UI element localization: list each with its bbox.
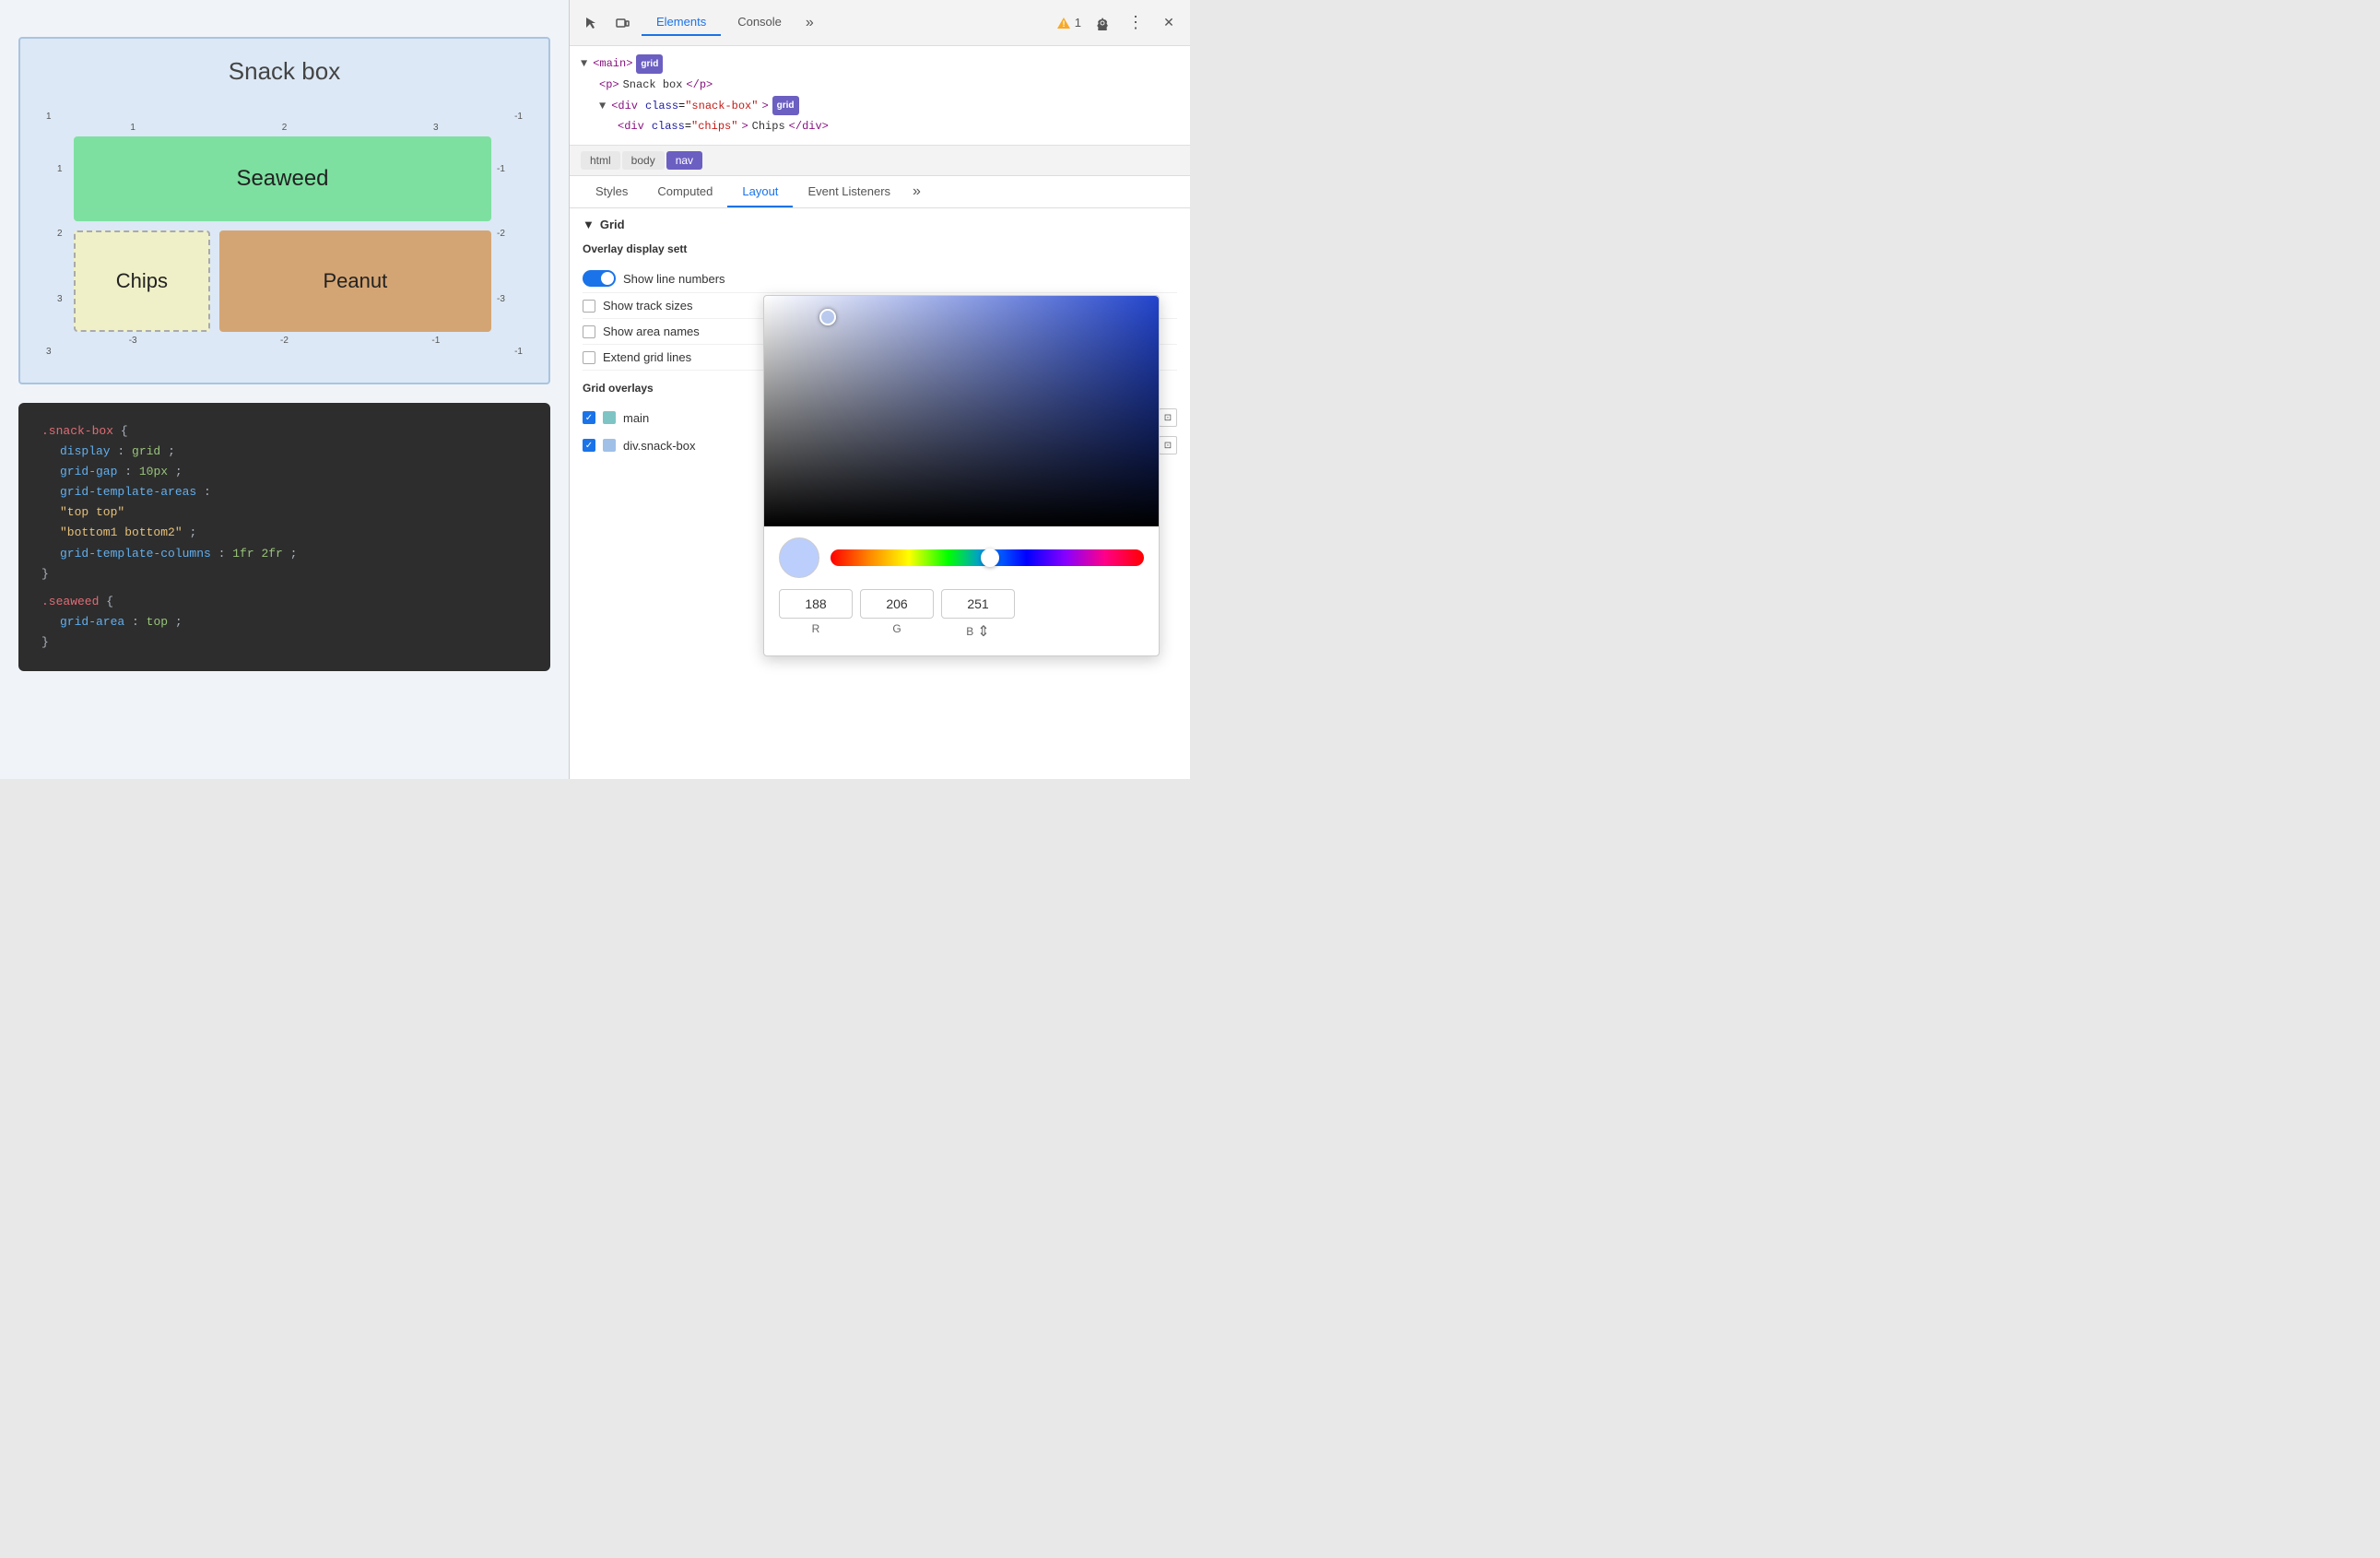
cursor-icon[interactable]: [579, 11, 603, 35]
warning-badge[interactable]: ! 1: [1056, 16, 1081, 30]
snackbox-overlay-swatch[interactable]: [603, 439, 616, 452]
line-numbers-toggle[interactable]: [583, 270, 616, 287]
b-input-group: B ⇕: [941, 589, 1015, 641]
snack-grid: Seaweed Chips Peanut: [74, 136, 491, 332]
more-options-icon[interactable]: ⋮: [1124, 11, 1148, 35]
devtools-header: Elements Console » ! 1 ⋮ ✕: [570, 0, 1190, 46]
color-gradient[interactable]: [764, 296, 1159, 526]
devtools-actions: ! 1 ⋮ ✕: [1056, 11, 1181, 35]
g-label: G: [892, 622, 901, 635]
dom-line-chips[interactable]: <div class="chips" > Chips </div>: [581, 116, 1179, 137]
extend-grid-lines-checkbox[interactable]: [583, 351, 595, 364]
breadcrumb: html body nav: [570, 146, 1190, 176]
snackbox-overlay-icon2[interactable]: ⊡: [1159, 436, 1177, 454]
dom-line-main[interactable]: ▼ <main> grid: [581, 53, 1179, 75]
show-line-numbers-row: Show line numbers: [583, 265, 1177, 293]
tab-console[interactable]: Console: [723, 9, 796, 36]
gradient-picker-circle[interactable]: [819, 309, 836, 325]
hue-thumb[interactable]: [981, 549, 999, 567]
grid-corner-br: -1: [514, 347, 523, 357]
devtools-more-tabs[interactable]: »: [798, 11, 821, 35]
rgb-inputs: R G B ⇕: [764, 589, 1159, 641]
grid-demo-area: Snack box 1 -1 3 -1 1 2 3 1 2 3: [18, 37, 550, 384]
panel-more-tabs[interactable]: »: [905, 176, 928, 207]
grid-corner-bl: 3: [46, 347, 52, 357]
tab-styles[interactable]: Styles: [581, 177, 642, 207]
browser-left-panel: Snack box 1 -1 3 -1 1 2 3 1 2 3: [0, 0, 570, 779]
grid-numbers-top: 1 2 3: [57, 123, 512, 133]
grid-numbers-right: -1 -2 -3: [497, 136, 512, 332]
main-overlay-checkbox[interactable]: ✓: [583, 411, 595, 424]
breadcrumb-body[interactable]: body: [622, 151, 665, 170]
g-input-group: G: [860, 589, 934, 641]
r-label: R: [812, 622, 820, 635]
devtools-panel: Elements Console » ! 1 ⋮ ✕ ▼ <: [570, 0, 1190, 779]
panel-tabs: Styles Computed Layout Event Listeners »: [570, 176, 1190, 208]
g-input[interactable]: [860, 589, 934, 619]
dom-tree: ▼ <main> grid <p> Snack box </p> ▼ <div …: [570, 46, 1190, 146]
stepper-icon[interactable]: ⇕: [977, 622, 989, 641]
area-names-checkbox[interactable]: [583, 325, 595, 338]
settings-gear-icon[interactable]: [1090, 11, 1114, 35]
cell-seaweed: Seaweed: [74, 136, 491, 221]
color-preview-circle[interactable]: [779, 537, 819, 578]
snackbox-overlay-checkbox[interactable]: ✓: [583, 439, 595, 452]
grid-numbers-bottom: -3 -2 -1: [57, 336, 512, 346]
code-panel: .snack-box { display : grid ; grid-gap :…: [18, 403, 550, 671]
page-title: Snack box: [39, 57, 530, 86]
color-picker-controls: [764, 526, 1159, 589]
dom-line-snackbox[interactable]: ▼ <div class="snack-box" > grid: [581, 96, 1179, 117]
main-overlay-swatch[interactable]: [603, 411, 616, 424]
b-label: B: [966, 625, 973, 638]
tab-event-listeners[interactable]: Event Listeners: [793, 177, 905, 207]
devtools-tabs: Elements Console »: [642, 9, 1049, 36]
r-input-group: R: [779, 589, 853, 641]
gradient-background: [764, 296, 1159, 526]
b-input[interactable]: [941, 589, 1015, 619]
breadcrumb-nav[interactable]: nav: [666, 151, 702, 170]
hue-slider[interactable]: [831, 549, 1144, 566]
grid-numbers-left: 1 2 3: [57, 136, 68, 332]
svg-text:!: !: [1062, 19, 1065, 29]
main-overlay-icon2[interactable]: ⊡: [1159, 408, 1177, 427]
tab-elements[interactable]: Elements: [642, 9, 721, 36]
breadcrumb-html[interactable]: html: [581, 151, 620, 170]
grid-corner-tr: -1: [514, 112, 523, 122]
close-icon[interactable]: ✕: [1157, 11, 1181, 35]
tab-layout[interactable]: Layout: [727, 177, 793, 207]
grid-corner-tl: 1: [46, 112, 52, 122]
dom-line-p[interactable]: <p> Snack box </p>: [581, 75, 1179, 96]
track-sizes-checkbox[interactable]: [583, 300, 595, 313]
overlay-settings-header: Overlay display sett: [583, 242, 1177, 255]
grid-section-header: ▼ Grid: [583, 218, 1177, 231]
r-input[interactable]: [779, 589, 853, 619]
cell-chips: Chips: [74, 230, 210, 332]
color-picker-popup: R G B ⇕: [763, 295, 1160, 656]
tab-computed[interactable]: Computed: [642, 177, 727, 207]
cell-peanut: Peanut: [219, 230, 491, 332]
device-toggle-icon[interactable]: [610, 11, 634, 35]
snackbox-overlay-icons: ⊡: [1159, 436, 1177, 454]
